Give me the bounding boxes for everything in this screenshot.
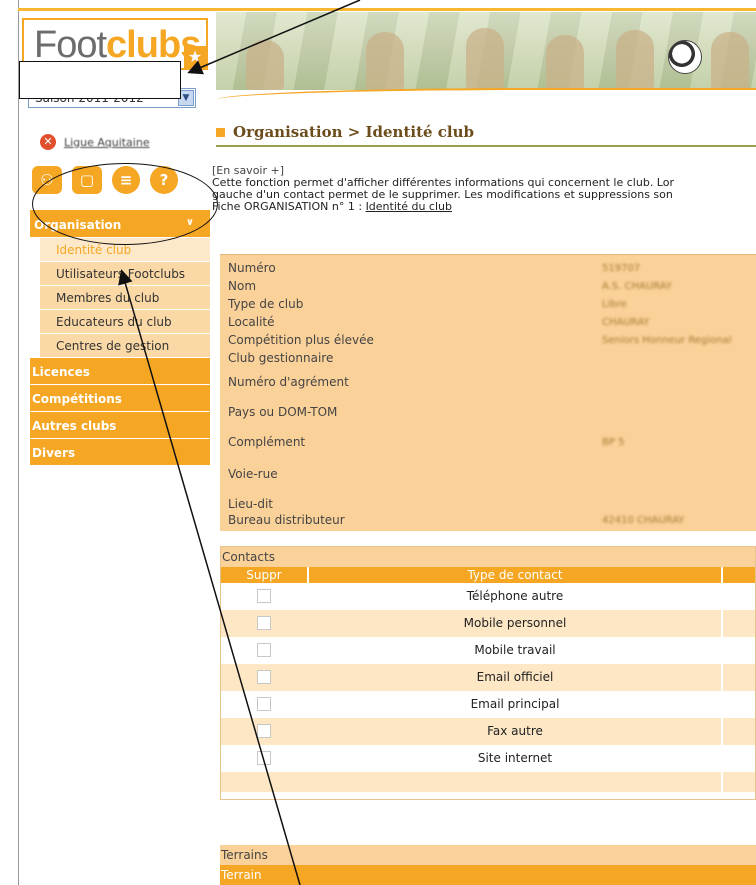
nav-autres-clubs[interactable]: Autres clubs (30, 412, 210, 439)
identity-label: Localité (228, 315, 275, 329)
identity-label: Pays ou DOM-TOM (228, 405, 338, 419)
header-banner (216, 12, 756, 90)
identity-label: Compétition plus élevée (228, 333, 374, 347)
column-terrain: Terrain (220, 865, 756, 885)
identity-label: Lieu-dit (228, 497, 273, 511)
contact-type: Email principal (309, 691, 723, 718)
logo-text: Footclubs (34, 24, 201, 66)
sidebar-item-centres[interactable]: Centres de gestion (40, 334, 210, 358)
redaction-box (19, 61, 181, 99)
suppr-checkbox[interactable] (257, 589, 271, 603)
table-row: Téléphone autre (221, 583, 755, 610)
identity-label: Nom (228, 279, 257, 293)
contacts-columns: Suppr Type de contact (221, 567, 755, 583)
contact-type: Fax autre (309, 718, 723, 745)
identity-value: 42410 CHAURAY (602, 515, 685, 526)
suppr-checkbox[interactable] (257, 643, 271, 657)
identity-value: BP 5 (602, 437, 625, 448)
left-nav: Organisation ∨ Identité club Utilisateur… (30, 210, 210, 466)
identity-value: Libre (602, 299, 627, 310)
page-title: Organisation > Identité club (216, 123, 474, 141)
page-title-text: Organisation > Identité club (233, 123, 474, 141)
identity-label: Numéro (228, 261, 276, 275)
sidebar-item-membres[interactable]: Membres du club (40, 286, 210, 310)
contact-type: Téléphone autre (309, 583, 723, 610)
identity-value: A.S. CHAURAY (602, 281, 672, 292)
suppr-checkbox[interactable] (257, 616, 271, 630)
identity-value: CHAURAY (602, 317, 650, 328)
contacts-header: Contacts (221, 547, 755, 567)
identity-label: Type de club (228, 297, 304, 311)
logout-link[interactable]: Ligue Aquitaine (64, 136, 150, 149)
window-border (18, 0, 19, 885)
table-row: Site internet (221, 745, 755, 772)
sidebar-item-utilisateurs[interactable]: Utilisateurs Footclubs (40, 262, 210, 286)
highlight-ellipse (32, 163, 218, 245)
table-row: Fax autre (221, 718, 755, 745)
column-suppr: Suppr (221, 567, 309, 583)
table-row: Mobile travail (221, 637, 755, 664)
identity-label: Bureau distributeur (228, 513, 345, 527)
identity-value: 519707 (602, 263, 641, 274)
logout[interactable]: ✕ Ligue Aquitaine (40, 134, 150, 150)
info-block: [En savoir +] Cette fonction permet d'af… (212, 165, 756, 213)
table-row (221, 772, 755, 792)
bullet-square-icon (216, 127, 225, 137)
football-image (668, 40, 702, 74)
contact-type: Email officiel (309, 664, 723, 691)
suppr-checkbox[interactable] (257, 697, 271, 711)
identity-label: Voie-rue (228, 467, 278, 481)
identity-panel: Numéro 519707 Nom A.S. CHAURAY Type de c… (220, 254, 756, 531)
contacts-table: Contacts Suppr Type de contact Téléphone… (220, 546, 756, 800)
terrains-header: Terrains (220, 845, 756, 865)
nav-competitions[interactable]: Compétitions (30, 385, 210, 412)
suppr-checkbox[interactable] (257, 670, 271, 684)
contact-type: Mobile personnel (309, 610, 723, 637)
info-line-3: Fiche ORGANISATION n° 1 : Identité du cl… (212, 200, 452, 213)
terrains-table: Terrains Terrain (220, 845, 756, 885)
suppr-checkbox[interactable] (257, 724, 271, 738)
contact-type: Mobile travail (309, 637, 723, 664)
nav-licences[interactable]: Licences (30, 358, 210, 385)
column-type: Type de contact (309, 567, 723, 583)
star-icon[interactable]: ★ (184, 46, 206, 68)
identity-label: Numéro d'agrément (228, 375, 349, 389)
identity-label: Complément (228, 435, 306, 449)
identity-label: Club gestionnaire (228, 351, 334, 365)
close-icon[interactable]: ✕ (40, 134, 56, 150)
suppr-checkbox[interactable] (257, 751, 271, 765)
top-accent-line (18, 8, 756, 11)
table-row: Mobile personnel (221, 610, 755, 637)
table-row: Email principal (221, 691, 755, 718)
contact-type: Site internet (309, 745, 723, 772)
title-divider (216, 145, 756, 147)
identite-du-club-link[interactable]: Identité du club (366, 200, 452, 213)
nav-divers[interactable]: Divers (30, 439, 210, 466)
identity-value: Seniors Honneur Regional (602, 335, 732, 346)
banner-curve (216, 88, 756, 108)
sidebar-item-educateurs[interactable]: Educateurs du club (40, 310, 210, 334)
table-row: Email officiel (221, 664, 755, 691)
